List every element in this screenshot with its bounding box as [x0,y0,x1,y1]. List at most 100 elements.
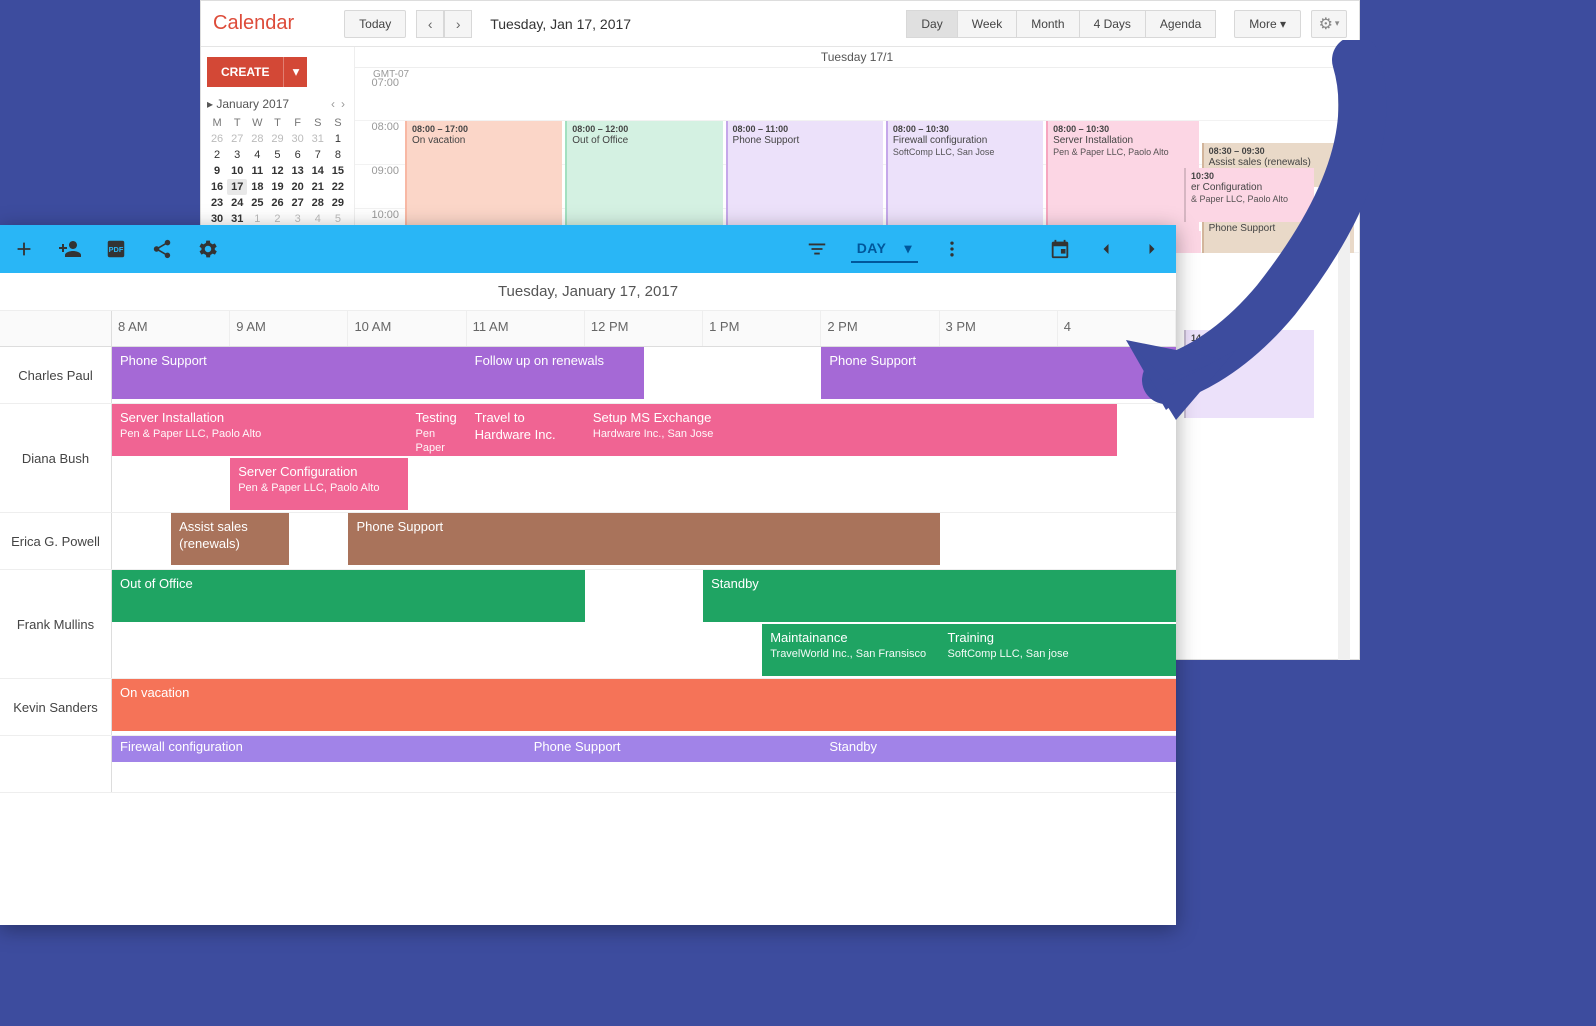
schedule-event[interactable]: Server InstallationPen & Paper LLC, Paol… [112,404,408,456]
view-agenda[interactable]: Agenda [1146,10,1216,38]
mini-day[interactable]: 29 [267,131,287,147]
menu-button[interactable] [940,237,964,261]
mini-day[interactable]: 5 [267,147,287,163]
more-button[interactable]: More ▾ [1234,10,1301,38]
mini-day[interactable]: 10 [227,163,247,179]
add-person-button[interactable] [58,237,82,261]
mini-day[interactable]: 1 [328,131,348,147]
mini-day[interactable]: 25 [247,195,267,211]
hour-header: 1 PM [703,311,821,346]
mini-day[interactable]: 26 [207,131,227,147]
schedule-event[interactable]: Firewall configuration [112,736,526,762]
hour-header: 11 AM [467,311,585,346]
time-header: 8 AM9 AM10 AM11 AM12 PM1 PM2 PM3 PM4 [0,311,1176,347]
next-button[interactable] [1140,237,1164,261]
schedule-event[interactable]: TestingPen Paper [408,404,467,456]
schedule-row: Diana BushServer InstallationPen & Paper… [0,404,1176,513]
person-name: Charles Paul [0,347,112,403]
schedule-event[interactable]: Out of Office [112,570,585,622]
mini-month-label[interactable]: ▸ January 2017 [207,97,289,111]
mini-day[interactable]: 21 [308,179,328,195]
create-dropdown[interactable]: ▾ [283,57,307,87]
mini-day[interactable]: 11 [247,163,267,179]
overlay-toolbar: PDF DAY ▾ [0,225,1176,273]
svg-text:PDF: PDF [109,245,124,254]
schedule-event[interactable]: On vacation [112,679,1176,731]
time-label: 08:00 [355,121,405,165]
schedule-event[interactable]: Phone Support [821,347,1176,399]
schedule-event[interactable]: Phone Support [348,513,939,565]
mini-day[interactable]: 13 [288,163,308,179]
mini-day[interactable]: 27 [288,195,308,211]
prev-button[interactable] [1094,237,1118,261]
schedule-event[interactable]: Travel to Hardware Inc. [467,404,585,456]
mini-day[interactable]: 19 [267,179,287,195]
mini-next[interactable]: › [338,97,348,111]
today-button[interactable] [1048,237,1072,261]
view-day[interactable]: Day [906,10,957,38]
calendar-event[interactable]: 08:00 – 10:30Server InstallationPen & Pa… [1046,121,1199,231]
mini-day[interactable]: 29 [328,195,348,211]
hour-header: 8 AM [112,311,230,346]
mini-day[interactable]: 3 [227,147,247,163]
share-button[interactable] [150,237,174,261]
mini-day[interactable]: 9 [207,163,227,179]
add-button[interactable] [12,237,36,261]
mini-day[interactable]: 28 [247,131,267,147]
time-label: 07:00 [355,77,405,121]
schedule-row: Kevin SandersOn vacation [0,679,1176,736]
schedule-event[interactable]: Standby [703,570,1176,622]
schedule-event[interactable]: Phone Support [112,347,467,399]
mini-dow: T [267,115,287,131]
mini-day[interactable]: 22 [328,179,348,195]
mini-dow: M [207,115,227,131]
mini-day[interactable]: 18 [247,179,267,195]
calendar-event[interactable]: 08:00 – 10:30Firewall configurationSoftC… [886,121,1043,231]
mini-prev[interactable]: ‹ [328,97,338,111]
schedule-event[interactable]: Follow up on renewals [467,347,644,399]
schedule-event[interactable]: Phone Support [526,736,822,762]
mini-dow: W [247,115,267,131]
view-week[interactable]: Week [958,10,1017,38]
pdf-button[interactable]: PDF [104,237,128,261]
prev-day-button[interactable]: ‹ [416,10,444,38]
mini-day[interactable]: 28 [308,195,328,211]
person-name: Kevin Sanders [0,679,112,735]
today-button[interactable]: Today [344,10,406,38]
mini-day[interactable]: 12 [267,163,287,179]
create-button[interactable]: CREATE [207,57,283,87]
mini-day[interactable]: 17 [227,179,247,195]
schedule-event[interactable]: Setup MS ExchangeHardware Inc., San Jose [585,404,1117,456]
hour-header: 10 AM [348,311,466,346]
mini-day[interactable]: 6 [288,147,308,163]
mini-day[interactable]: 2 [207,147,227,163]
mini-day[interactable]: 24 [227,195,247,211]
mini-day[interactable]: 30 [288,131,308,147]
calendar-event[interactable]: 10:30er Configuration& Paper LLC, Paolo … [1184,168,1314,222]
schedule-event[interactable]: MaintainanceTravelWorld Inc., San Fransi… [762,624,939,676]
schedule-event[interactable]: Server ConfigurationPen & Paper LLC, Pao… [230,458,407,510]
next-day-button[interactable]: › [444,10,472,38]
mini-day[interactable]: 16 [207,179,227,195]
mini-day[interactable]: 15 [328,163,348,179]
view-4-days[interactable]: 4 Days [1080,10,1146,38]
view-month[interactable]: Month [1017,10,1079,38]
calendar-event[interactable]: 14:00 – 17:00Phone Support [1184,330,1314,418]
settings-button[interactable]: ⚙▾ [1311,10,1347,38]
mini-day[interactable]: 14 [308,163,328,179]
schedule-row: Firewall configurationPhone SupportStand… [0,736,1176,793]
schedule-event[interactable]: Standby [821,736,1176,762]
mini-day[interactable]: 31 [308,131,328,147]
schedule-event[interactable]: TrainingSoftComp LLC, San jose [940,624,1176,676]
schedule-event[interactable]: Assist sales (renewals) [171,513,289,565]
mini-day[interactable]: 8 [328,147,348,163]
settings-button[interactable] [196,237,220,261]
view-select[interactable]: DAY ▾ [851,236,918,263]
mini-day[interactable]: 26 [267,195,287,211]
filter-button[interactable] [805,237,829,261]
mini-day[interactable]: 4 [247,147,267,163]
mini-day[interactable]: 23 [207,195,227,211]
mini-day[interactable]: 20 [288,179,308,195]
mini-day[interactable]: 7 [308,147,328,163]
mini-day[interactable]: 27 [227,131,247,147]
